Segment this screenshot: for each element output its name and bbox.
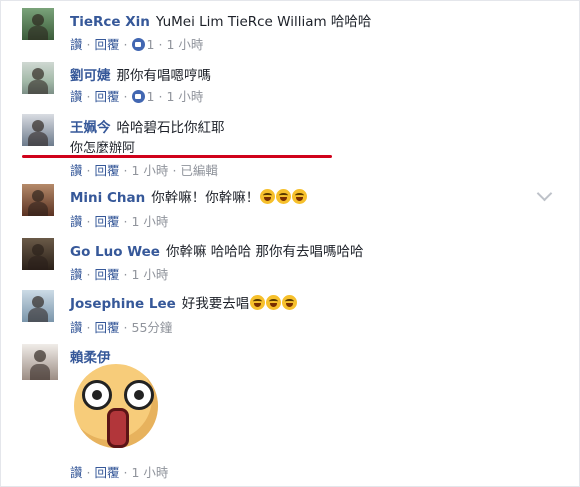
comment-text: YuMei Lim TieRce William 哈哈哈 bbox=[155, 14, 372, 30]
commenter-name[interactable]: 賴柔伊 bbox=[70, 350, 111, 366]
like-count[interactable]: 1 bbox=[147, 89, 155, 104]
commenter-name[interactable]: Mini Chan bbox=[70, 190, 145, 206]
like-button[interactable]: 讚 bbox=[70, 89, 83, 104]
laughing-emoji-icon bbox=[250, 295, 266, 310]
like-button[interactable]: 讚 bbox=[70, 465, 83, 480]
commenter-name[interactable]: TieRce Xin bbox=[70, 14, 150, 30]
comment-actions: 讚 · 回覆 · 1 小時 · 已編輯 bbox=[70, 163, 218, 178]
like-button[interactable]: 讚 bbox=[70, 163, 83, 178]
comment-actions: 讚 · 回覆 · 1 小時 bbox=[70, 214, 169, 229]
comment-actions: 讚 · 回覆 · 1 小時 bbox=[70, 267, 169, 282]
laughing-emoji-icon bbox=[260, 189, 276, 204]
comment-text: 你幹嘛 哈哈哈 那你有去唱嗎哈哈 bbox=[165, 244, 364, 260]
avatar[interactable] bbox=[22, 238, 54, 270]
laughing-emoji-icon bbox=[266, 295, 282, 310]
timestamp[interactable]: 1 小時 bbox=[166, 89, 203, 104]
timestamp[interactable]: 1 小時 bbox=[166, 37, 203, 52]
comment-text-line-2: 你怎麼辦阿 bbox=[70, 141, 136, 156]
thumbs-up-icon[interactable] bbox=[131, 38, 145, 51]
timestamp[interactable]: 1 小時 bbox=[132, 214, 169, 229]
avatar[interactable] bbox=[22, 184, 54, 216]
reply-button[interactable]: 回覆 bbox=[95, 37, 120, 52]
laughing-emoji-icon bbox=[276, 189, 292, 204]
avatar[interactable] bbox=[22, 8, 54, 40]
avatar[interactable] bbox=[22, 344, 58, 380]
timestamp[interactable]: 1 小時 bbox=[132, 267, 169, 282]
comment-text: 好我要去唱 bbox=[181, 296, 250, 312]
edited-label[interactable]: 已編輯 bbox=[180, 163, 218, 178]
reply-button[interactable]: 回覆 bbox=[95, 163, 120, 178]
commenter-name[interactable]: 劉可婕 bbox=[70, 68, 111, 84]
timestamp[interactable]: 55分鐘 bbox=[132, 320, 173, 335]
avatar[interactable] bbox=[22, 290, 54, 322]
laughing-emoji-icon bbox=[282, 295, 298, 310]
like-count[interactable]: 1 bbox=[147, 37, 155, 52]
like-button[interactable]: 讚 bbox=[70, 267, 83, 282]
timestamp[interactable]: 1 小時 bbox=[132, 465, 169, 480]
red-underline-annotation bbox=[22, 155, 332, 158]
comment-actions: 讚 · 回覆 · 55分鐘 bbox=[70, 320, 173, 335]
commenter-name[interactable]: Go Luo Wee bbox=[70, 244, 160, 260]
comment-actions: 讚 · 回覆 · 1 · 1 小時 bbox=[70, 89, 204, 104]
like-button[interactable]: 讚 bbox=[70, 37, 83, 52]
shocked-face-sticker bbox=[74, 364, 158, 448]
reply-button[interactable]: 回覆 bbox=[95, 89, 120, 104]
like-button[interactable]: 讚 bbox=[70, 320, 83, 335]
thumbs-up-icon[interactable] bbox=[131, 90, 145, 103]
comment-text: 那你有唱嗯哼嗎 bbox=[116, 68, 212, 84]
comment-actions: 讚 · 回覆 · 1 · 1 小時 bbox=[70, 37, 204, 52]
reply-button[interactable]: 回覆 bbox=[95, 320, 120, 335]
avatar[interactable] bbox=[22, 62, 54, 94]
comment-actions: 讚 · 回覆 · 1 小時 bbox=[70, 465, 169, 480]
reply-button[interactable]: 回覆 bbox=[95, 267, 120, 282]
comment-text: 你幹嘛！你幹嘛！ bbox=[151, 190, 260, 206]
comment-text: 哈哈碧石比你紅耶 bbox=[116, 120, 225, 136]
reply-button[interactable]: 回覆 bbox=[95, 214, 120, 229]
commenter-name[interactable]: 王姵今 bbox=[70, 120, 111, 136]
reply-button[interactable]: 回覆 bbox=[95, 465, 120, 480]
commenter-name[interactable]: Josephine Lee bbox=[70, 296, 176, 312]
timestamp[interactable]: 1 小時 bbox=[132, 163, 169, 178]
like-button[interactable]: 讚 bbox=[70, 214, 83, 229]
avatar[interactable] bbox=[22, 114, 54, 146]
laughing-emoji-icon bbox=[292, 189, 308, 204]
